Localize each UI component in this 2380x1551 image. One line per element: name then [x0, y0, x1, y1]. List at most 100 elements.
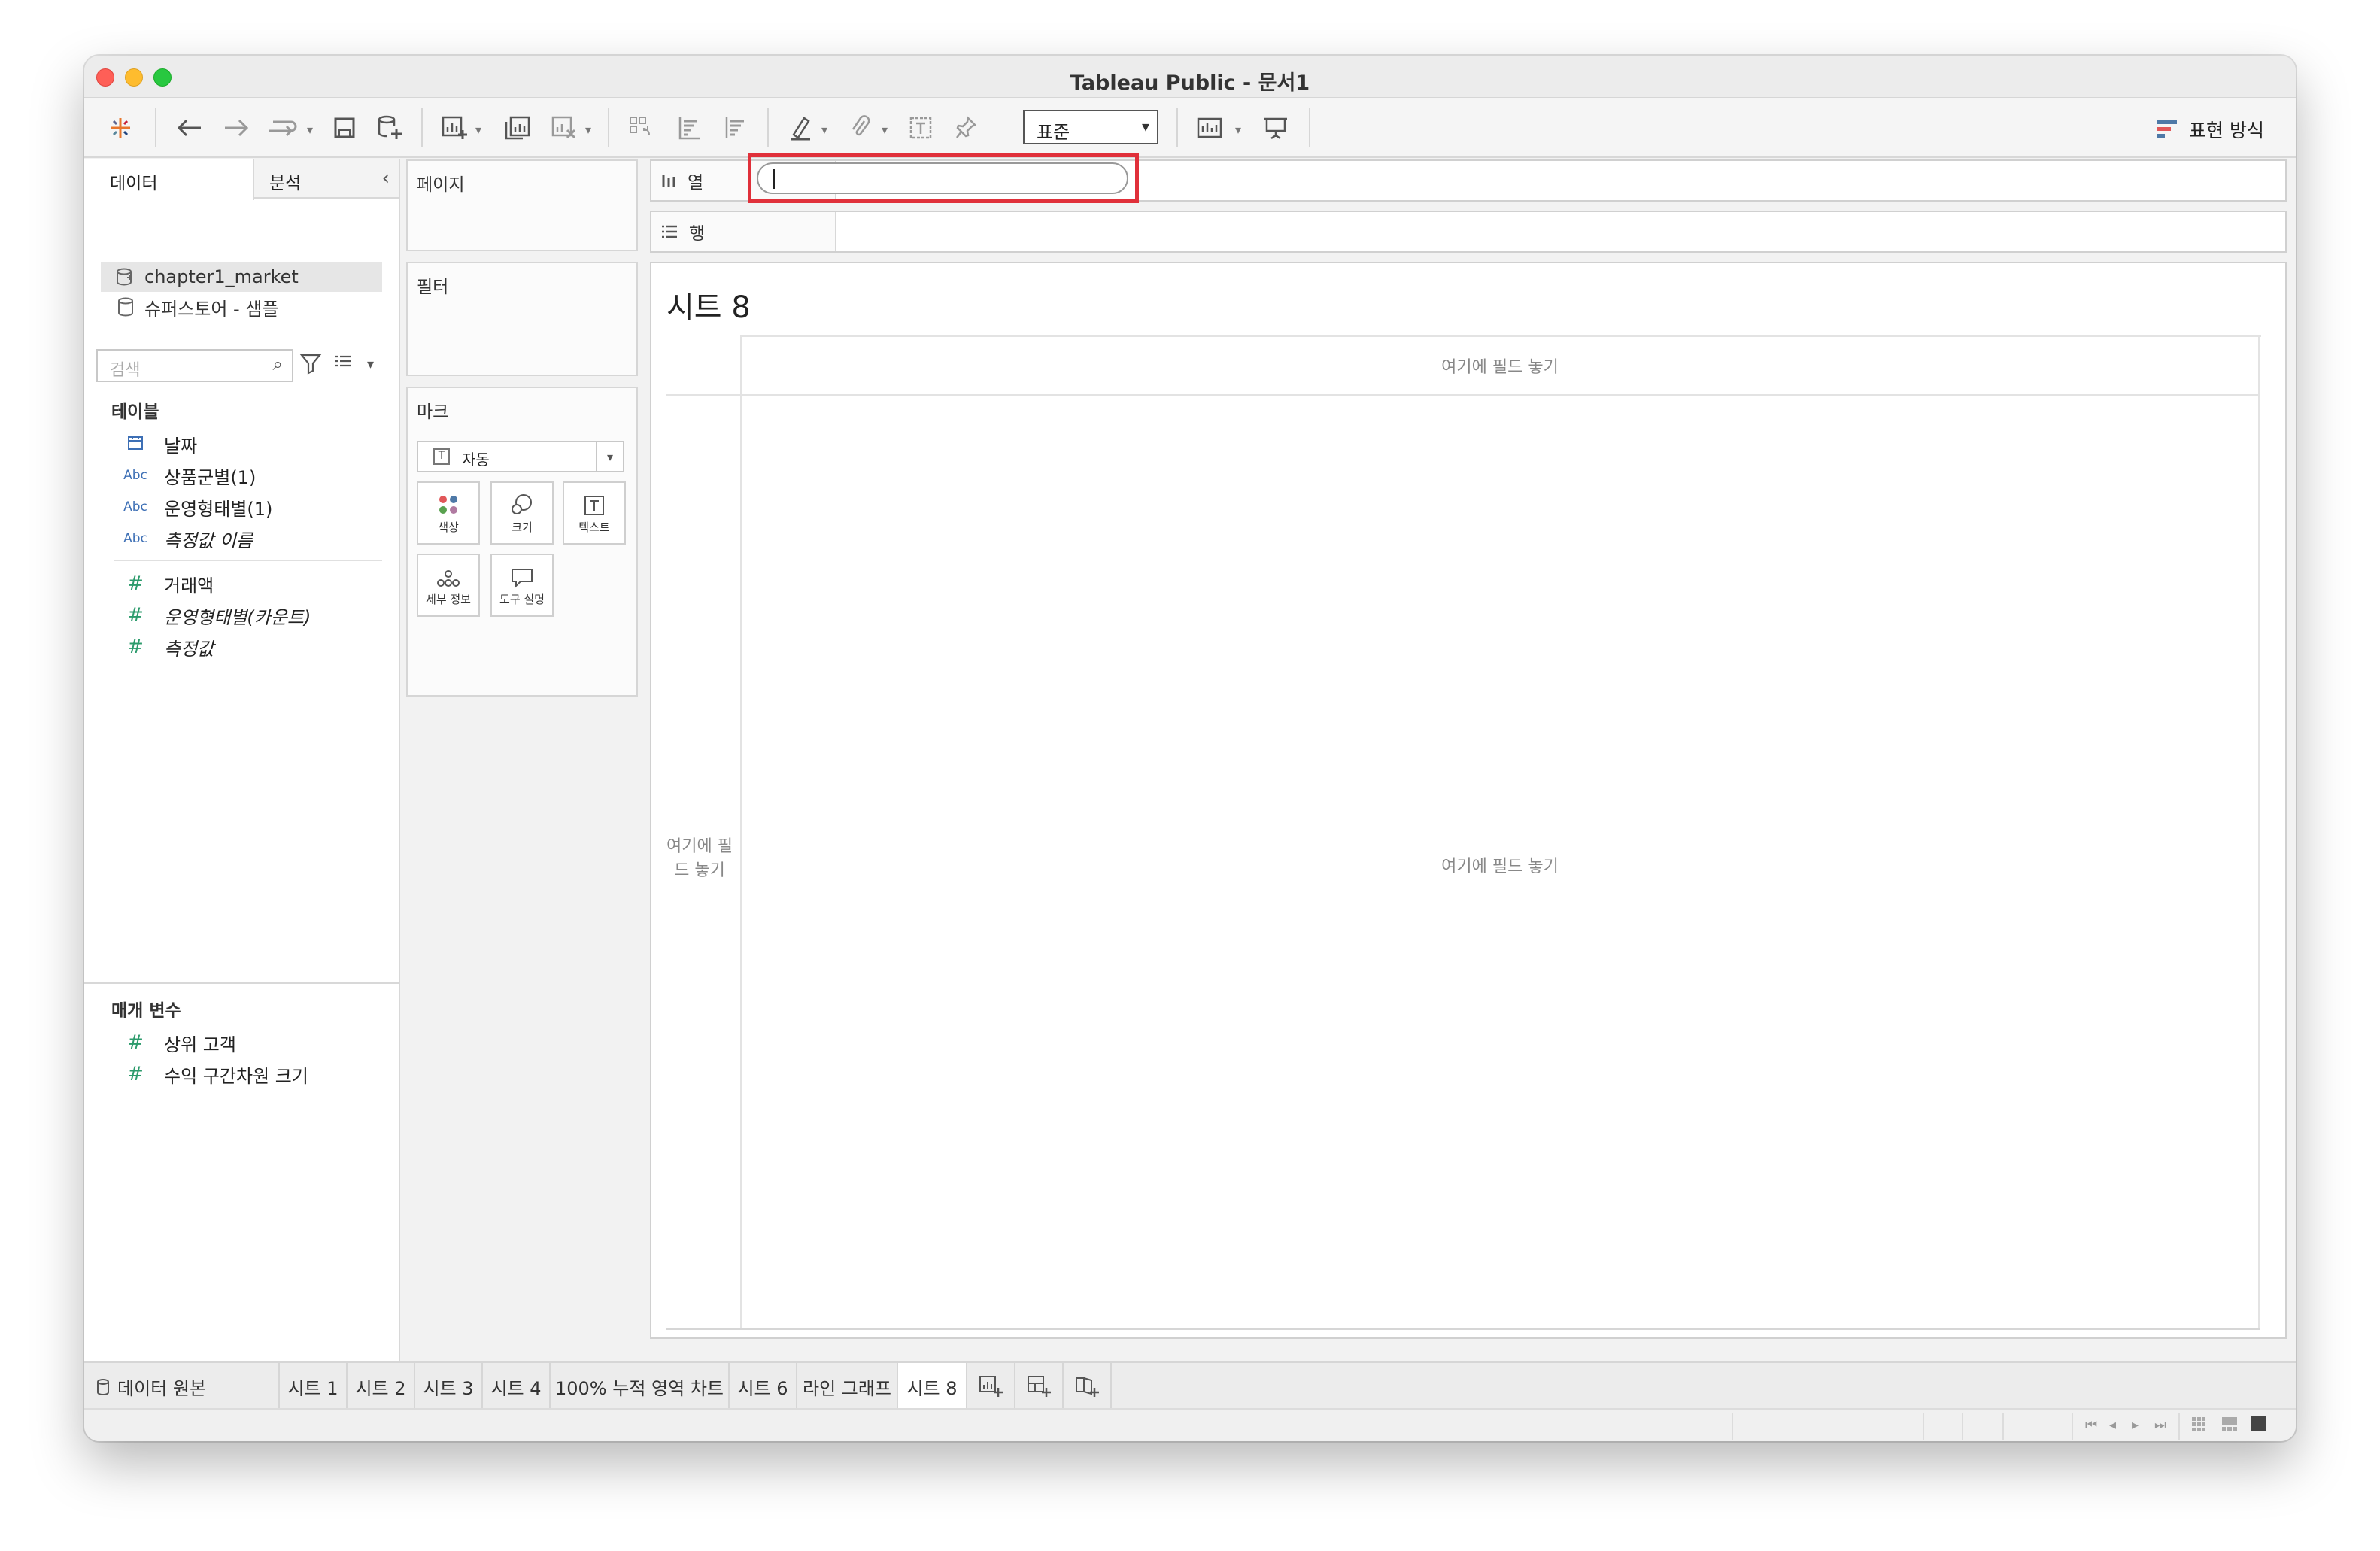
text-button[interactable]: 텍스트	[563, 481, 626, 545]
grid-view-icon[interactable]	[2190, 1416, 2207, 1436]
field-item[interactable]: Abc 운영형태별(1)	[114, 492, 272, 522]
text-label-icon	[584, 496, 604, 515]
undo-arrow-icon[interactable]	[173, 111, 206, 144]
new-worksheet-dropdown-icon[interactable]: ▾	[475, 123, 481, 137]
field-name: 측정값 이름	[164, 530, 253, 551]
mark-type-select[interactable]: T 자동 ▾	[417, 441, 624, 472]
previous-page-icon[interactable]: ◂	[2109, 1417, 2116, 1433]
tooltip-button[interactable]: 도구 설명	[490, 554, 554, 617]
search-placeholder: 검색	[110, 361, 141, 380]
first-page-icon[interactable]: ⏮	[2085, 1417, 2097, 1433]
field-item[interactable]: # 운영형태별(카운트)	[114, 600, 311, 630]
tab-analytics[interactable]: 분석	[269, 159, 301, 199]
filmstrip-view-icon[interactable]	[2221, 1416, 2239, 1436]
number-type-icon: #	[127, 1063, 144, 1085]
number-type-icon: #	[127, 604, 144, 627]
redo-arrow-icon[interactable]	[220, 111, 253, 144]
pages-shelf[interactable]: 페이지	[406, 159, 638, 251]
data-pane: 데이터 분석 ‹ chapter1_market 슈퍼스토어 - 샘플 검색 ⌕…	[84, 159, 400, 1361]
sort-descending-icon[interactable]	[719, 111, 752, 144]
field-item[interactable]: # 측정값	[114, 632, 214, 662]
datasource-item[interactable]: 슈퍼스토어 - 샘플	[101, 292, 382, 322]
presentation-mode-icon[interactable]	[1258, 111, 1294, 144]
new-worksheet-tab-icon[interactable]	[967, 1363, 1015, 1410]
pin-axes-icon[interactable]	[949, 111, 982, 144]
marks-drop-zone[interactable]: 여기에 필드 놓기	[742, 853, 2258, 877]
sheet-tab[interactable]: 시트 2	[348, 1363, 415, 1410]
detail-button[interactable]: 세부 정보	[417, 554, 480, 617]
sheet-tab-active[interactable]: 시트 8	[898, 1363, 967, 1410]
view-dropdown-icon[interactable]: ▾	[367, 357, 374, 372]
add-datasource-icon[interactable]	[373, 111, 406, 144]
worksheet-canvas: 시트 8 여기에 필드 놓기 여기에 필드 놓기 여기에 필드 놓기	[650, 262, 2287, 1339]
highlight-pen-icon[interactable]	[784, 111, 817, 144]
number-type-icon: #	[127, 1031, 144, 1054]
save-icon[interactable]	[328, 111, 361, 144]
collapse-pane-icon[interactable]: ‹	[382, 167, 390, 190]
fit-select[interactable]: 표준 ▾	[1023, 110, 1158, 144]
field-item[interactable]: 날짜	[114, 429, 197, 459]
parameters-heading: 매개 변수	[111, 1001, 181, 1021]
toolbar: ▾ ▾ ▾ ▾ ▾ 표준 ▾ ▾ 표현 방식	[84, 98, 2296, 158]
show-cards-icon[interactable]	[1193, 111, 1229, 144]
last-page-icon[interactable]: ⏭	[2154, 1417, 2166, 1433]
rows-shelf[interactable]: 행	[650, 211, 2287, 253]
sheet-tab[interactable]: 100% 누적 영역 차트	[551, 1363, 730, 1410]
parameters-divider	[84, 982, 399, 984]
fit-select-value: 표준	[1037, 122, 1070, 143]
group-paperclip-icon[interactable]	[844, 111, 877, 144]
show-cards-dropdown-icon[interactable]: ▾	[1235, 123, 1241, 137]
string-type-icon: Abc	[123, 468, 147, 483]
detail-dots-icon	[437, 570, 460, 587]
sheet-tab[interactable]: 시트 4	[483, 1363, 551, 1410]
single-view-icon[interactable]	[2251, 1416, 2267, 1436]
rows-drop-zone[interactable]: 여기에 필드 놓기	[662, 835, 737, 883]
linked-datasource-icon	[111, 267, 140, 287]
new-worksheet-icon[interactable]	[438, 111, 471, 144]
columns-drop-zone[interactable]: 여기에 필드 놓기	[742, 354, 2258, 378]
parameter-item[interactable]: # 상위 고객	[114, 1027, 236, 1058]
field-item[interactable]: Abc 측정값 이름	[114, 524, 253, 554]
tab-data[interactable]: 데이터	[84, 159, 254, 200]
database-icon	[97, 1378, 109, 1395]
filters-shelf[interactable]: 필터	[406, 262, 638, 376]
sheet-tab[interactable]: 시트 6	[730, 1363, 797, 1410]
parameter-item[interactable]: # 수익 구간차원 크기	[114, 1059, 308, 1089]
sheet-tab[interactable]: 시트 3	[415, 1363, 483, 1410]
view-list-icon[interactable]	[332, 354, 354, 375]
color-button[interactable]: 색상	[417, 481, 480, 545]
filter-funnel-icon[interactable]	[299, 352, 322, 378]
parameter-name: 상위 고객	[164, 1033, 236, 1055]
datasource-item[interactable]: chapter1_market	[101, 262, 382, 292]
new-story-tab-icon[interactable]	[1064, 1363, 1112, 1410]
replay-dropdown-icon[interactable]: ▾	[307, 123, 313, 137]
swap-rows-columns-icon[interactable]	[624, 111, 657, 144]
sort-ascending-icon[interactable]	[672, 111, 706, 144]
highlight-dropdown-icon[interactable]: ▾	[821, 123, 827, 137]
duplicate-sheet-icon[interactable]	[501, 111, 534, 144]
sheet-tab[interactable]: 시트 1	[280, 1363, 348, 1410]
field-name: 거래액	[164, 575, 214, 596]
show-me-button[interactable]: 표현 방식	[2156, 116, 2264, 143]
group-dropdown-icon[interactable]: ▾	[882, 123, 888, 137]
clear-sheet-icon[interactable]	[548, 111, 581, 144]
sheet-tab-bar: 데이터 원본 시트 1 시트 2 시트 3 시트 4 100% 누적 영역 차트…	[84, 1361, 2296, 1410]
size-button[interactable]: 크기	[490, 481, 554, 545]
new-dashboard-tab-icon[interactable]	[1015, 1363, 1064, 1410]
sheet-tab[interactable]: 라인 그래프	[797, 1363, 898, 1410]
next-page-icon[interactable]: ▸	[2132, 1417, 2139, 1433]
clear-sheet-dropdown-icon[interactable]: ▾	[585, 123, 591, 137]
tableau-logo-icon[interactable]	[104, 111, 137, 144]
search-input[interactable]: 검색 ⌕	[96, 349, 293, 382]
field-item[interactable]: # 거래액	[114, 569, 214, 599]
size-label: 크기	[512, 521, 533, 534]
datasource-tab[interactable]: 데이터 원본	[96, 1373, 206, 1400]
columns-label: 열	[688, 173, 704, 193]
sheet-title[interactable]: 시트 8	[666, 283, 751, 326]
field-name: 측정값	[164, 638, 214, 660]
number-type-icon: #	[127, 572, 144, 595]
replay-icon[interactable]	[265, 111, 302, 144]
show-mark-labels-icon[interactable]	[904, 111, 937, 144]
field-item[interactable]: Abc 상품군별(1)	[114, 460, 256, 490]
bottom-bar-wrapper: 데이터 원본 시트 1 시트 2 시트 3 시트 4 100% 누적 영역 차트…	[84, 1361, 2296, 1441]
